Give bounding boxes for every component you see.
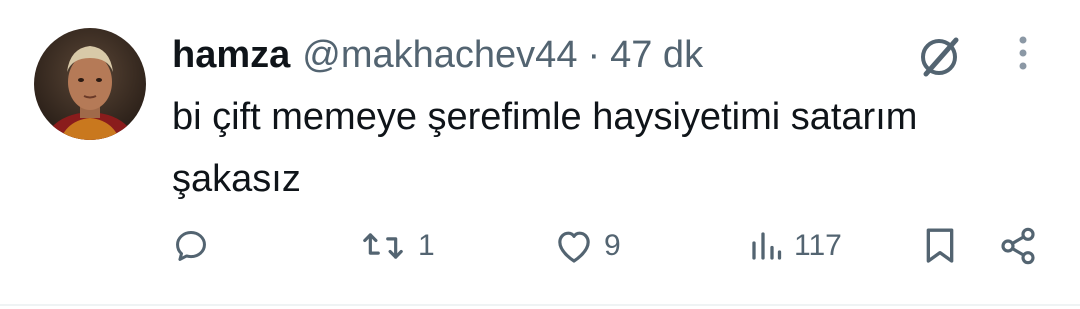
divider [0, 304, 1080, 306]
avatar[interactable] [34, 28, 146, 140]
like-button[interactable]: 9 [554, 220, 621, 272]
action-bar: 1 9 117 [0, 220, 1080, 272]
retweet-icon [363, 233, 403, 259]
tweet: hamza @makhachev44 · 47 dk bi çift memey… [0, 0, 1080, 309]
separator-dot: · [587, 33, 601, 76]
author-handle[interactable]: @makhachev44 [302, 34, 577, 77]
reply-icon [176, 231, 206, 261]
retweet-button[interactable]: 1 [358, 220, 435, 272]
heart-icon [558, 231, 590, 263]
share-button[interactable] [998, 220, 1038, 272]
views-icon [752, 232, 782, 260]
bookmark-button[interactable] [922, 220, 958, 272]
author-name[interactable]: hamza [172, 34, 290, 77]
like-count: 9 [604, 229, 621, 262]
views-button[interactable]: 117 [748, 220, 842, 272]
grok-icon[interactable] [914, 32, 964, 82]
timestamp[interactable]: 47 dk [610, 34, 703, 77]
tweet-text: bi çift memeye şerefimle haysiyetimi sat… [172, 96, 918, 200]
reply-button[interactable] [172, 220, 220, 272]
bookmark-icon [926, 228, 954, 263]
retweet-count: 1 [418, 229, 435, 262]
more-options-icon[interactable] [1006, 32, 1040, 76]
share-icon [1001, 227, 1035, 265]
view-count: 117 [794, 229, 842, 262]
tweet-header: hamza @makhachev44 · 47 dk [172, 30, 703, 80]
